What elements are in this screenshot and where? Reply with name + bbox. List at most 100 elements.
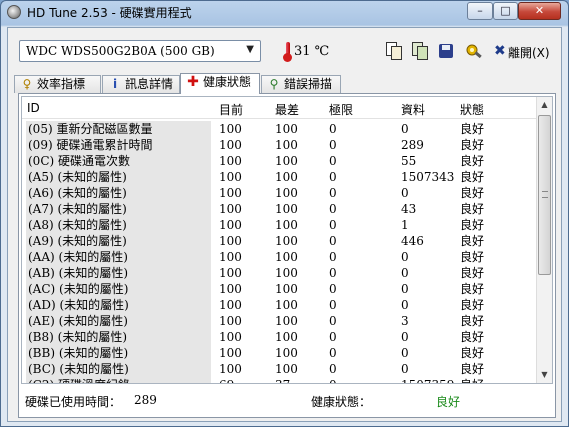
table-cell: 100 [275, 202, 298, 216]
table-cell: 良好 [460, 138, 485, 152]
table-cell: 0 [329, 138, 337, 152]
table-row[interactable]: (AE) (未知的屬性) 100 100 0 3 良好 [22, 313, 539, 329]
chevron-down-icon: ▼ [246, 44, 254, 55]
power-on-time-value: 289 [134, 393, 157, 407]
table-cell: 良好 [460, 234, 485, 248]
table-cell: 37 [275, 377, 290, 383]
table-row[interactable]: (05) 重新分配磁區數量 100 100 0 0 良好 [22, 121, 539, 137]
table-cell: 0 [329, 314, 337, 328]
table-cell: 3 [401, 314, 409, 328]
table-cell: 0 [401, 122, 409, 136]
column-header-current[interactable]: 目前 [219, 101, 243, 118]
list-body: (05) 重新分配磁區數量 100 100 0 0 良好 (09) 硬碟通電累計時間 100 1… [22, 121, 539, 383]
table-row[interactable]: (0C) 硬碟通電次數 100 100 0 55 良好 [22, 153, 539, 169]
column-header-data[interactable]: 資料 [401, 101, 425, 118]
table-row[interactable]: (AD) (未知的屬性) 100 100 0 0 良好 [22, 297, 539, 313]
save-icon[interactable] [436, 41, 456, 61]
table-cell: 100 [219, 298, 242, 312]
table-cell: 0 [401, 298, 409, 312]
table-cell: 良好 [460, 122, 485, 136]
column-header-worst[interactable]: 最差 [275, 101, 299, 118]
tab-label: 健康狀態 [203, 75, 252, 89]
table-cell: 0 [329, 282, 337, 296]
table-cell: (AB) (未知的屬性) [26, 265, 211, 281]
table-cell: 55 [401, 154, 417, 168]
client-area: WDC WDS500G2B0A (500 GB) ▼ 31 ℃ ✖ 離開(X) … [7, 27, 562, 422]
table-row[interactable]: (BC) (未知的屬性) 100 100 0 0 良好 [22, 361, 539, 377]
table-cell: 0 [329, 266, 337, 280]
table-cell: 良好 [460, 266, 485, 280]
drive-select[interactable]: WDC WDS500G2B0A (500 GB) ▼ [19, 40, 261, 62]
tab-health[interactable]: ✚ 健康狀態 [180, 73, 260, 94]
smart-attribute-list[interactable]: ID 目前 最差 極限 資料 狀態 (05) 重新分配磁區數量 100 100 0 0 良… [21, 96, 553, 384]
table-cell: 0 [401, 282, 409, 296]
status-footer: 硬碟已使用時間： 289 健康狀態： 良好 [21, 386, 553, 414]
table-cell: 100 [275, 218, 298, 232]
table-cell: 100 [219, 218, 242, 232]
options-icon[interactable] [464, 41, 484, 61]
column-header-status[interactable]: 狀態 [460, 101, 484, 118]
table-row[interactable]: (AB) (未知的屬性) 100 100 0 0 良好 [22, 265, 539, 281]
health-status-value: 良好 [436, 395, 461, 409]
table-cell: 良好 [460, 282, 485, 296]
table-cell: 0 [329, 362, 337, 376]
power-on-time-label: 硬碟已使用時間： [25, 395, 122, 409]
table-cell: (A9) (未知的屬性) [26, 233, 211, 249]
table-row[interactable]: (09) 硬碟通電累計時間 100 100 0 289 良好 [22, 137, 539, 153]
table-cell: 446 [401, 234, 424, 248]
table-cell: (05) 重新分配磁區數量 [26, 121, 211, 137]
table-row[interactable]: (A9) (未知的屬性) 100 100 0 446 良好 [22, 233, 539, 249]
table-cell: (AA) (未知的屬性) [26, 249, 211, 265]
table-cell: 0 [401, 266, 409, 280]
table-cell: 69 [219, 377, 234, 383]
table-row[interactable]: (A5) (未知的屬性) 100 100 0 1507343 良好 [22, 169, 539, 185]
column-header-id[interactable]: ID [27, 101, 40, 115]
tab-label: 訊息詳情 [125, 77, 174, 91]
table-cell: 0 [329, 202, 337, 216]
table-cell: 100 [219, 314, 242, 328]
scroll-up-arrow-icon[interactable]: ▲ [537, 97, 552, 113]
table-cell: 100 [275, 234, 298, 248]
tab-info[interactable]: i 訊息詳情 [102, 75, 180, 93]
table-cell: 0 [329, 377, 337, 383]
maximize-button[interactable]: □ [493, 2, 518, 20]
table-cell: 0 [329, 346, 337, 360]
scroll-down-arrow-icon[interactable]: ▼ [537, 367, 552, 383]
table-row[interactable]: (AA) (未知的屬性) 100 100 0 0 良好 [22, 249, 539, 265]
list-header: ID 目前 最差 極限 資料 狀態 [22, 97, 539, 119]
vertical-scrollbar[interactable]: ▲ ▼ [536, 97, 552, 383]
table-cell: 100 [275, 170, 298, 184]
title-bar[interactable]: HD Tune 2.53 - 硬碟實用程式 – □ ✕ [1, 1, 568, 23]
table-row[interactable]: (A7) (未知的屬性) 100 100 0 43 良好 [22, 201, 539, 217]
table-cell: 1 [401, 218, 409, 232]
tab-error-scan[interactable]: ⚲ 錯誤掃描 [261, 75, 341, 93]
minimize-button[interactable]: – [467, 2, 493, 20]
drive-select-value: WDC WDS500G2B0A (500 GB) [26, 44, 215, 58]
table-cell: 1507343 [401, 170, 455, 184]
table-cell: 良好 [460, 186, 485, 200]
table-cell: 良好 [460, 330, 485, 344]
hd-tune-app-icon [7, 5, 21, 19]
table-row[interactable]: (AC) (未知的屬性) 100 100 0 0 良好 [22, 281, 539, 297]
table-row[interactable]: (C2) 硬碟溫度紀錄 69 37 0 1507359 良好 [22, 377, 539, 383]
table-cell: 0 [401, 250, 409, 264]
column-header-threshold[interactable]: 極限 [329, 101, 353, 118]
table-cell: 0 [329, 234, 337, 248]
close-button[interactable]: ✕ [518, 2, 561, 20]
table-cell: (AE) (未知的屬性) [26, 313, 211, 329]
table-row[interactable]: (A6) (未知的屬性) 100 100 0 0 良好 [22, 185, 539, 201]
table-row[interactable]: (BB) (未知的屬性) 100 100 0 0 良好 [22, 345, 539, 361]
table-cell: 100 [219, 362, 242, 376]
table-cell: (BC) (未知的屬性) [26, 361, 211, 377]
copy-info-icon[interactable] [384, 41, 404, 61]
exit-button[interactable]: ✖ 離開(X) [494, 42, 556, 62]
scrollbar-thumb[interactable] [538, 115, 551, 275]
error-scan-icon: ⚲ [269, 77, 279, 91]
table-row[interactable]: (A8) (未知的屬性) 100 100 0 1 良好 [22, 217, 539, 233]
table-cell: 100 [275, 346, 298, 360]
table-cell: 良好 [460, 346, 485, 360]
copy-screenshot-icon[interactable] [410, 41, 430, 61]
benchmark-icon: ♀ [22, 77, 32, 91]
tab-benchmark[interactable]: ♀ 效率指標 [14, 75, 101, 93]
table-row[interactable]: (B8) (未知的屬性) 100 100 0 0 良好 [22, 329, 539, 345]
